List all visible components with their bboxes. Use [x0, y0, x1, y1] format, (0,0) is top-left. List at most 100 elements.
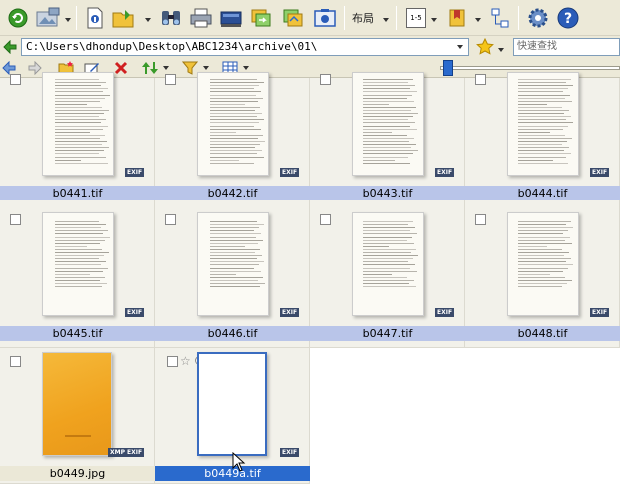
filename-label[interactable]: b0441.tif — [0, 186, 155, 201]
document-page-thumbnail[interactable] — [197, 72, 269, 176]
thumbnail-cell[interactable]: EXIF b0446.tif — [155, 200, 310, 348]
page-range-button[interactable]: 1-5 — [404, 4, 428, 32]
filename-label[interactable]: b0444.tif — [465, 186, 620, 201]
document-page-thumbnail[interactable] — [352, 212, 424, 316]
thumbnail-cell[interactable]: EXIF b0441.tif — [0, 72, 155, 201]
text-line — [518, 255, 564, 257]
thumbnail-cell[interactable]: EXIF XMP b0449.jpg — [0, 348, 155, 484]
text-line — [363, 276, 407, 278]
document-page-thumbnail[interactable] — [197, 212, 269, 316]
thumbnail-cell[interactable]: EXIF b0447.tif — [310, 200, 465, 348]
select-checkbox[interactable] — [165, 214, 176, 225]
page-range-dropdown-icon[interactable] — [430, 14, 438, 22]
text-line — [55, 97, 105, 99]
layout-dropdown-icon[interactable] — [382, 14, 390, 22]
select-checkbox[interactable] — [167, 356, 178, 367]
select-checkbox[interactable] — [320, 74, 331, 85]
refresh-icon[interactable] — [6, 4, 30, 32]
text-line — [210, 85, 259, 87]
scanner-icon[interactable] — [218, 4, 244, 32]
hierarchy-icon[interactable] — [488, 4, 512, 32]
select-checkbox[interactable] — [165, 74, 176, 85]
exif-badge: EXIF — [280, 168, 300, 177]
image-tools-dropdown-icon[interactable] — [64, 14, 72, 22]
text-line — [210, 103, 245, 105]
address-history-dropdown-icon[interactable] — [452, 39, 468, 55]
quick-search-input[interactable]: 快速查找 — [513, 38, 620, 56]
thumbnail-cell[interactable]: EXIF b0442.tif — [155, 72, 310, 201]
text-line — [518, 150, 564, 152]
document-page-thumbnail[interactable] — [42, 72, 114, 176]
text-line — [518, 227, 573, 229]
bookmark-dropdown-icon[interactable] — [474, 14, 482, 22]
slider-thumb[interactable] — [443, 60, 453, 76]
bookmark-icon[interactable] — [446, 4, 468, 32]
image-tools-icon[interactable] — [34, 4, 62, 32]
text-line — [55, 276, 105, 278]
thumbnail-cell[interactable]: EXIF b0444.tif — [465, 72, 620, 201]
text-line — [55, 103, 87, 105]
filename-label[interactable]: b0449.jpg — [0, 466, 155, 481]
text-line — [518, 261, 566, 263]
copy-to-icon[interactable] — [248, 4, 274, 32]
filename-label[interactable]: b0442.tif — [155, 186, 310, 201]
properties-icon[interactable] — [84, 4, 106, 32]
text-line — [363, 279, 414, 281]
select-checkbox[interactable] — [10, 74, 21, 85]
layout-button[interactable]: 布局 — [352, 9, 374, 27]
filename-label[interactable]: b0445.tif — [0, 326, 155, 341]
document-page-thumbnail[interactable] — [507, 212, 579, 316]
favorites-star-icon[interactable] — [476, 37, 494, 59]
move-to-icon[interactable] — [280, 4, 306, 32]
address-input[interactable]: C:\Users\dhondup\Desktop\ABC1234\archive… — [21, 38, 469, 56]
thumbnail-cell[interactable]: EXIF b0448.tif — [465, 200, 620, 348]
document-page-thumbnail[interactable] — [42, 212, 114, 316]
thumbnail-cell[interactable]: EXIF b0443.tif — [310, 72, 465, 201]
select-checkbox[interactable] — [10, 214, 21, 225]
text-line — [55, 230, 108, 232]
delete-icon[interactable] — [114, 60, 128, 76]
text-line — [210, 276, 263, 278]
thumbnail-cell[interactable]: EXIF b0445.tif — [0, 200, 155, 348]
settings-gear-icon[interactable] — [526, 4, 550, 32]
forward-arrow-icon[interactable] — [28, 60, 42, 76]
select-checkbox[interactable] — [320, 214, 331, 225]
text-line — [518, 134, 565, 136]
select-checkbox[interactable] — [475, 214, 486, 225]
filename-label[interactable]: b0447.tif — [310, 326, 465, 341]
filter-icon[interactable] — [182, 60, 198, 76]
filename-label[interactable]: b0446.tif — [155, 326, 310, 341]
text-line — [55, 150, 104, 152]
text-line — [518, 137, 572, 139]
text-line — [55, 242, 100, 244]
text-line — [518, 110, 569, 111]
document-page-thumbnail[interactable] — [507, 72, 579, 176]
text-line — [518, 248, 562, 250]
go-up-icon[interactable] — [3, 39, 17, 57]
cover-image-thumbnail[interactable] — [42, 352, 112, 456]
sort-icon[interactable] — [142, 60, 158, 76]
text-line — [363, 224, 408, 226]
select-checkbox[interactable] — [10, 356, 21, 367]
favorites-dropdown-icon[interactable] — [497, 44, 505, 57]
document-page-thumbnail[interactable] — [197, 352, 267, 456]
text-line — [518, 156, 566, 158]
print-icon[interactable] — [188, 4, 214, 32]
text-line — [210, 131, 236, 133]
text-line — [55, 137, 100, 139]
help-icon[interactable]: ? — [556, 4, 580, 32]
filename-label[interactable]: b0443.tif — [310, 186, 465, 201]
screenshot-icon[interactable] — [312, 4, 338, 32]
binoculars-icon[interactable] — [158, 4, 184, 32]
open-folder-icon[interactable] — [110, 4, 138, 32]
text-line — [363, 85, 415, 87]
filename-label[interactable]: b0448.tif — [465, 326, 620, 341]
rating-star-icon[interactable]: ☆ — [180, 355, 191, 367]
text-line — [55, 233, 103, 235]
text-line — [210, 125, 254, 127]
select-checkbox[interactable] — [475, 74, 486, 85]
text-line — [518, 258, 571, 260]
open-dropdown-icon[interactable] — [144, 14, 152, 22]
text-line — [55, 252, 109, 253]
document-page-thumbnail[interactable] — [352, 72, 424, 176]
